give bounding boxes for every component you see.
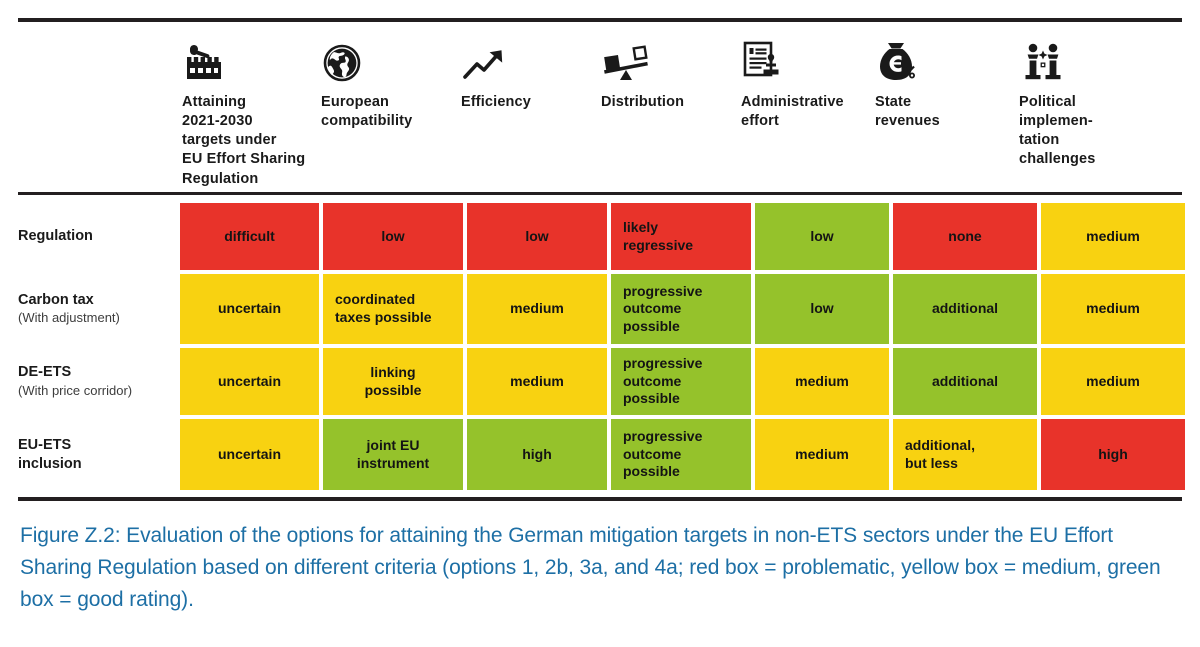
column-header-label: State revenues — [875, 94, 940, 130]
cell-deets-efficiency: medium — [467, 348, 607, 415]
column-header-administrative-effort: Administrative effort — [739, 26, 873, 131]
cell-carbontax-administrative: low — [755, 274, 889, 344]
cell-euets-efficiency: high — [467, 419, 607, 490]
cell-regulation-european: low — [323, 203, 463, 270]
cell-euets-administrative: medium — [755, 419, 889, 490]
row-label-carbon-tax: Carbon tax (With adjustment) — [18, 274, 180, 344]
table-row: Carbon tax (With adjustment) uncertain c… — [18, 274, 1185, 344]
column-header-label: Political implemen- tation challenges — [1019, 94, 1096, 168]
row-label-regulation: Regulation — [18, 203, 180, 270]
column-header-label: European compatibility — [321, 94, 413, 130]
column-header-efficiency: Efficiency — [459, 26, 599, 112]
column-header-political-implementation-challenges: Political implemen- tation challenges — [1017, 26, 1161, 170]
figure-z2: Attaining 2021-2030 targets under EU Eff… — [0, 0, 1200, 647]
cell-deets-attaining: uncertain — [180, 348, 319, 415]
cell-deets-revenues: additional — [893, 348, 1037, 415]
table-row: DE-ETS (With price corridor) uncertain l… — [18, 348, 1185, 415]
cell-carbontax-distribution: progressive outcome possible — [611, 274, 751, 344]
table-row: Regulation difficult low low likely regr… — [18, 203, 1185, 270]
cell-deets-distribution: progressive outcome possible — [611, 348, 751, 415]
column-header-label: Attaining 2021-2030 targets under EU Eff… — [182, 94, 306, 187]
cell-regulation-administrative: low — [755, 203, 889, 270]
document-stamp-icon — [741, 26, 863, 84]
cell-regulation-revenues: none — [893, 203, 1037, 270]
column-header-state-revenues: State revenues — [873, 26, 1017, 131]
table-header-row: Attaining 2021-2030 targets under EU Eff… — [18, 22, 1182, 192]
table-row: EU-ETS inclusion uncertain joint EU inst… — [18, 419, 1185, 490]
row-label-de-ets: DE-ETS (With price corridor) — [18, 348, 180, 415]
cell-euets-european: joint EU instrument — [323, 419, 463, 490]
column-header-european-compatibility: European compatibility — [319, 26, 459, 131]
cell-regulation-attaining: difficult — [180, 203, 319, 270]
column-header-attaining-targets: Attaining 2021-2030 targets under EU Eff… — [180, 26, 319, 189]
cell-euets-political: high — [1041, 419, 1185, 490]
row-label-main: DE-ETS — [18, 364, 72, 381]
factory-icon — [182, 26, 309, 84]
cell-carbontax-political: medium — [1041, 274, 1185, 344]
row-label-main: Carbon tax — [18, 291, 94, 308]
cell-regulation-distribution: likely regressive — [611, 203, 751, 270]
cell-euets-attaining: uncertain — [180, 419, 319, 490]
column-header-distribution: Distribution — [599, 26, 739, 112]
cell-deets-european: linking possible — [323, 348, 463, 415]
two-people-icon — [1019, 26, 1151, 84]
column-header-label: Distribution — [601, 94, 685, 110]
cell-carbontax-revenues: additional — [893, 274, 1037, 344]
cell-regulation-efficiency: low — [467, 203, 607, 270]
row-label-eu-ets-inclusion: EU-ETS inclusion — [18, 419, 180, 490]
cell-carbontax-efficiency: medium — [467, 274, 607, 344]
balance-scales-icon — [601, 26, 729, 84]
table-body: Regulation difficult low low likely regr… — [18, 195, 1185, 497]
table-bottom-rule — [18, 497, 1182, 501]
cell-deets-political: medium — [1041, 348, 1185, 415]
cell-euets-distribution: progressive outcome possible — [611, 419, 751, 490]
cell-carbontax-attaining: uncertain — [180, 274, 319, 344]
figure-caption: Figure Z.2: Evaluation of the options fo… — [20, 524, 1161, 611]
money-bag-percent-icon — [875, 26, 1007, 84]
column-header-label: Efficiency — [461, 94, 531, 110]
row-label-main: Regulation — [18, 228, 93, 245]
row-label-sub: (With price corridor) — [18, 382, 133, 398]
cell-carbontax-european: coordinated taxes possible — [323, 274, 463, 344]
cell-euets-revenues: additional, but less — [893, 419, 1037, 490]
row-label-main: EU-ETS inclusion — [18, 437, 82, 472]
evaluation-table: Attaining 2021-2030 targets under EU Eff… — [18, 18, 1185, 501]
cell-deets-administrative: medium — [755, 348, 889, 415]
cell-regulation-political: medium — [1041, 203, 1185, 270]
row-label-sub: (With adjustment) — [18, 310, 120, 326]
globe-icon — [321, 26, 449, 84]
column-header-label: Administrative effort — [741, 94, 844, 130]
trending-up-arrow-icon — [461, 26, 589, 84]
